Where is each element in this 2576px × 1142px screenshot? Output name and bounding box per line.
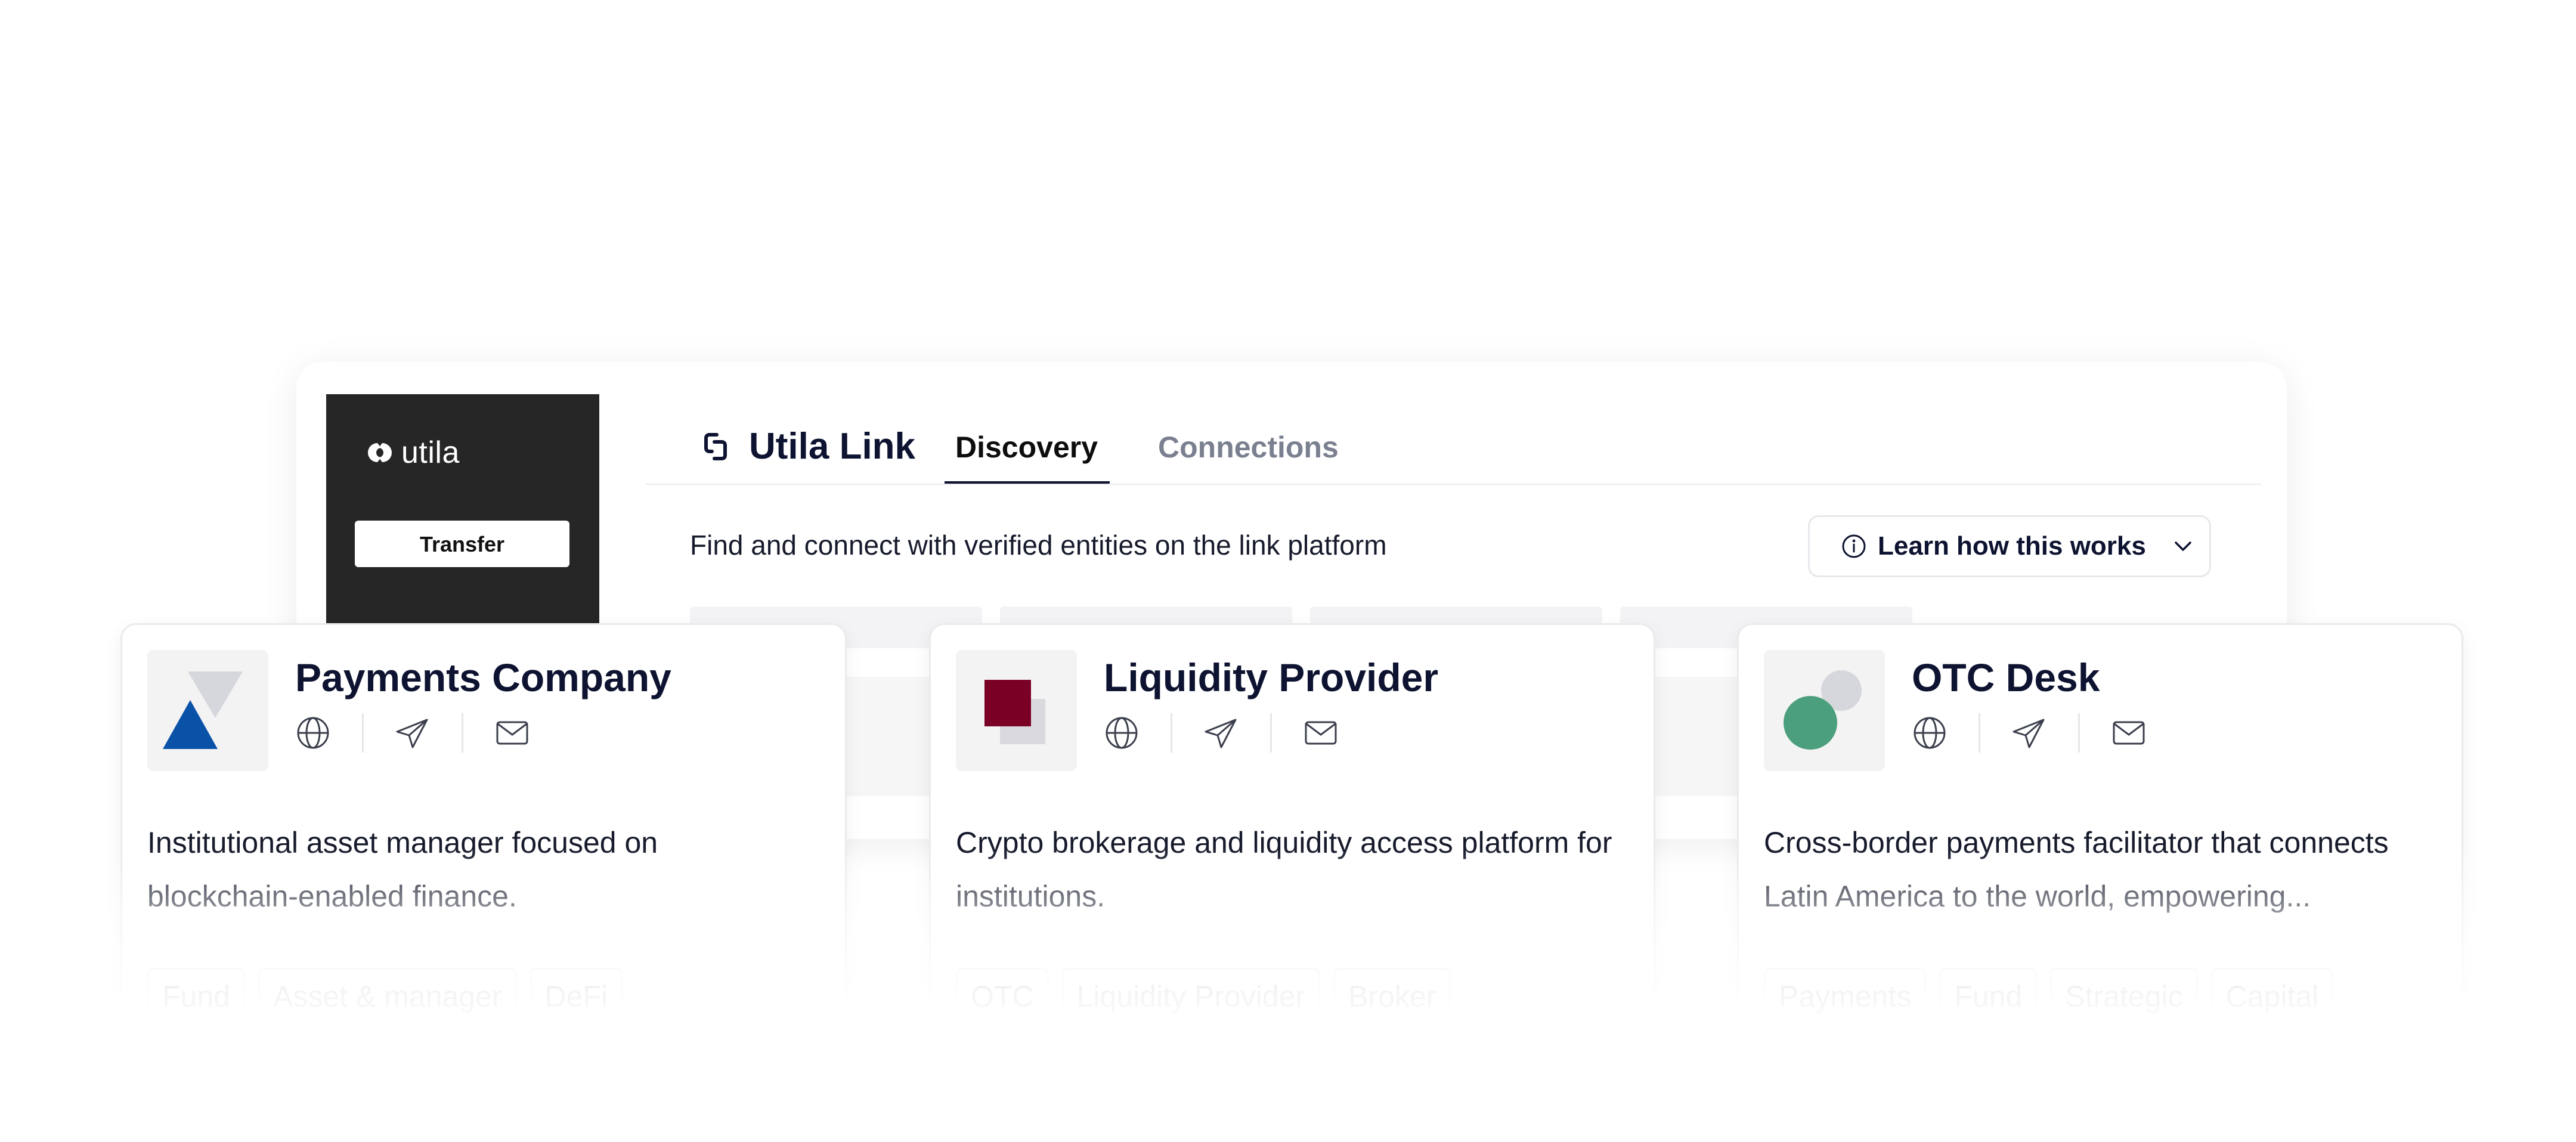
tag: Liquidity Provider [1061, 968, 1321, 1025]
triangles-logo-icon [163, 671, 243, 749]
tag: Capital [2210, 968, 2334, 1025]
chevron-down-icon [2175, 541, 2191, 551]
entity-tags: Payments Fund Strategic Capital [1764, 968, 2346, 1025]
otc-desk-logo [1764, 650, 1885, 771]
entity-card[interactable]: Liquidity Provider Crypto brokerage and … [929, 623, 1655, 1029]
telegram-icon[interactable] [2011, 715, 2047, 751]
mail-icon[interactable] [1303, 715, 1339, 751]
entity-tags: Fund Asset & manager DeFi [147, 968, 636, 1025]
entity-tags: OTC Liquidity Provider Broker [956, 968, 1464, 1025]
divider [1270, 713, 1272, 753]
brand: Utila Link [704, 425, 915, 468]
entity-links [295, 713, 530, 753]
tag: OTC [956, 968, 1049, 1025]
mail-icon[interactable] [2111, 715, 2147, 751]
entity-name: OTC Desk [1912, 655, 2100, 700]
circles-logo-icon [1784, 670, 1862, 750]
learn-how-label: Learn how this works [1878, 531, 2146, 561]
tag: Payments [1764, 968, 1927, 1025]
globe-icon[interactable] [295, 715, 331, 751]
utila-logo-icon [368, 443, 392, 462]
entity-links [1104, 713, 1339, 753]
tag: Asset & manager [258, 968, 517, 1025]
telegram-icon[interactable] [1203, 715, 1239, 751]
divider [362, 713, 364, 753]
divider [1979, 713, 1980, 753]
page-subtitle: Find and connect with verified entities … [690, 530, 1387, 561]
entity-links [1912, 713, 2147, 753]
entity-description: Institutional asset manager focused on b… [147, 826, 658, 913]
tag: Strategic [2050, 968, 2198, 1025]
entity-description: Cross-border payments facilitator that c… [1764, 826, 2389, 913]
payments-company-logo [147, 650, 268, 771]
entity-card[interactable]: OTC Desk Cross-border payments facilitat… [1737, 623, 2463, 1029]
learn-how-button[interactable]: Learn how this works [1808, 515, 2211, 577]
entity-card[interactable]: Payments Company Institutional asset man… [120, 623, 847, 1029]
brand-title: Utila Link [749, 426, 916, 467]
squares-logo-icon [984, 680, 1045, 744]
liquidity-provider-logo [956, 650, 1077, 771]
entity-description: Crypto brokerage and liquidity access pl… [956, 826, 1612, 913]
entity-name: Liquidity Provider [1104, 655, 1439, 700]
info-icon [1842, 534, 1866, 558]
tab-connections[interactable]: Connections [1158, 430, 1339, 484]
divider [1171, 713, 1172, 753]
tag: Broker [1333, 968, 1451, 1025]
utila-logo[interactable]: utila [363, 435, 460, 471]
globe-icon[interactable] [1104, 715, 1140, 751]
telegram-icon[interactable] [395, 715, 431, 751]
tag: DeFi [530, 968, 623, 1025]
page: utila Transfer Utila Link Discovery Conn… [0, 0, 2576, 1142]
tag: Fund [147, 968, 245, 1025]
tab-discovery[interactable]: Discovery [944, 430, 1110, 484]
entity-name: Payments Company [295, 655, 671, 700]
fade-overlay-solid [0, 1026, 2576, 1142]
divider [462, 713, 463, 753]
divider [2078, 713, 2080, 753]
transfer-button[interactable]: Transfer [355, 521, 569, 567]
mail-icon[interactable] [494, 715, 530, 751]
utila-logo-text: utila [401, 435, 460, 470]
globe-icon[interactable] [1912, 715, 1948, 751]
utila-link-icon [704, 432, 727, 460]
top-nav: Utila Link Discovery Connections [645, 398, 2261, 485]
tag: Fund [1939, 968, 2038, 1025]
